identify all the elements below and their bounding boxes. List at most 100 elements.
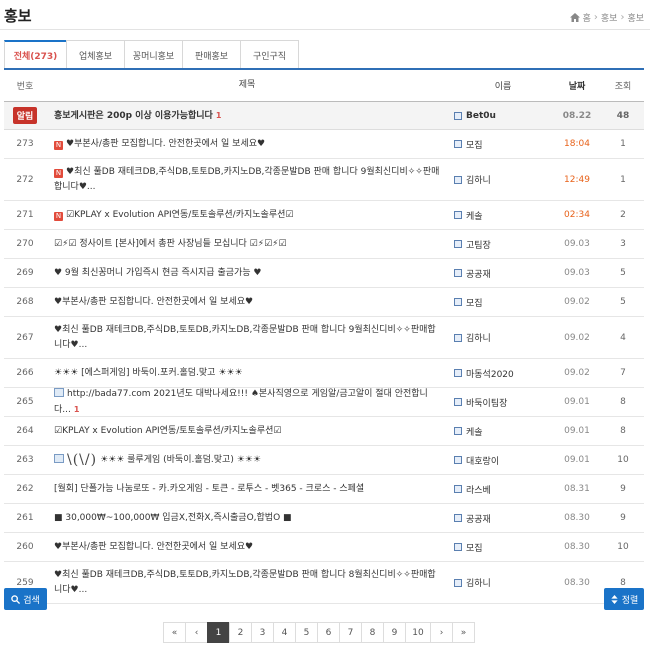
tab-company-promo[interactable]: 업체홍보: [66, 40, 125, 69]
cell-author: 모집: [450, 138, 552, 151]
comment-count[interactable]: 1: [216, 111, 222, 120]
table-row[interactable]: 260 ♥부본사/총판 모집합니다. 안전한곳에서 일 보세요♥ 모집 08.30 10: [4, 533, 644, 562]
post-date: 09.02: [564, 297, 590, 307]
cell-author: Bet0u: [450, 111, 552, 121]
cell-author: 김하니: [450, 331, 552, 344]
author-name[interactable]: 마동석2020: [466, 367, 514, 380]
page-last-button[interactable]: »: [452, 622, 475, 643]
table-row[interactable]: 262 [월회] 단폴가능 나눔로또 - 카.카오게임 - 토큰 - 로투스 - …: [4, 475, 644, 504]
user-level-icon: [454, 398, 462, 406]
page-3[interactable]: 3: [251, 622, 274, 643]
search-button[interactable]: 검색: [4, 588, 47, 610]
cell-title: ♥부본사/총판 모집합니다. 안전한곳에서 일 보세요♥: [46, 540, 450, 555]
post-title-link[interactable]: ☑⚡☑ 정사이트 [본사]에서 총판 사장님들 모십니다 ☑⚡☑⚡☑: [54, 239, 287, 249]
table-row[interactable]: 270 ☑⚡☑ 정사이트 [본사]에서 총판 사장님들 모십니다 ☑⚡☑⚡☑ 고팀장…: [4, 230, 644, 259]
post-title-link[interactable]: ☑KPLAY x Evolution API연동/토토솔루션/카지노솔루션☑: [54, 426, 281, 436]
table-row[interactable]: 271 N ☑KPLAY x Evolution API연동/토토솔루션/카지노솔루…: [4, 201, 644, 230]
post-title-link[interactable]: ♥ 9월 최신꽁머니 가입즉시 현금 즉시지급 출금가능 ♥: [54, 268, 262, 278]
breadcrumb-home[interactable]: 홈: [583, 11, 591, 24]
table-row[interactable]: 264 ☑KPLAY x Evolution API연동/토토솔루션/카지노솔루션…: [4, 417, 644, 446]
table-row[interactable]: 259 ♥최신 풀DB 재테크DB,주식DB,토토DB,카지노DB,각종문발DB …: [4, 562, 644, 604]
post-title-link[interactable]: ♥최신 풀DB 재테크DB,주식DB,토토DB,카지노DB,각종문발DB 판매 …: [54, 325, 436, 350]
page-first-button[interactable]: «: [163, 622, 186, 643]
page-8[interactable]: 8: [361, 622, 384, 643]
page-10[interactable]: 10: [405, 622, 431, 643]
cell-num: 259: [4, 578, 46, 588]
post-title-link[interactable]: 홍보게시판은 200p 이상 이용가능합니다: [54, 111, 213, 121]
chevron-right-icon: ›: [620, 12, 625, 23]
post-number: 272: [16, 174, 34, 185]
post-title-link[interactable]: [월회] 단폴가능 나눔로또 - 카.카오게임 - 토큰 - 로투스 - 벳36…: [54, 484, 364, 494]
tab-all[interactable]: 전체(273): [4, 40, 67, 69]
post-date: 09.02: [564, 368, 590, 378]
breadcrumb-board[interactable]: 홍보: [601, 11, 618, 24]
view-count: 8: [620, 577, 626, 588]
author-name[interactable]: 대호랑이: [466, 454, 499, 467]
page-7[interactable]: 7: [339, 622, 362, 643]
table-row[interactable]: 266 ☀☀☀ [에스퍼게임] 바둑이.포커.홀덤.맞고 ☀☀☀ 마동석2020 09…: [4, 359, 644, 388]
post-title-link[interactable]: ♥최신 풀DB 재테크DB,주식DB,토토DB,카지노DB,각종문발DB 판매 …: [54, 570, 436, 595]
post-title-link[interactable]: ☑KPLAY x Evolution API연동/토토솔루션/카지노솔루션☑: [66, 210, 293, 220]
cell-num: 263: [4, 455, 46, 465]
tab-free-money-promo[interactable]: 꽁머니홍보: [124, 40, 183, 69]
post-title-link[interactable]: ☀☀☀ 룰루게임 (바둑이.홀덤.맞고) ☀☀☀: [100, 455, 261, 465]
post-title-link[interactable]: ■ 30,000₩~100,000₩ 입금X,전화X,즉시출금O,합법O ■: [54, 513, 292, 523]
page-2[interactable]: 2: [229, 622, 252, 643]
page-5[interactable]: 5: [295, 622, 318, 643]
post-number: 264: [16, 426, 34, 436]
sort-button[interactable]: 정렬: [604, 588, 644, 610]
page-next-button[interactable]: ›: [430, 622, 453, 643]
cell-num: 268: [4, 297, 46, 307]
author-name[interactable]: 김하니: [466, 173, 491, 186]
page-1[interactable]: 1: [207, 622, 230, 643]
table-row[interactable]: 272 N ♥최신 풀DB 재테크DB,주식DB,토토DB,카지노DB,각종문발DB…: [4, 159, 644, 201]
author-name[interactable]: 고팀장: [466, 238, 491, 251]
author-name[interactable]: 모집: [466, 296, 483, 309]
post-title-link[interactable]: ♥부본사/총판 모집합니다. 안전한곳에서 일 보세요♥: [66, 139, 265, 149]
table-row[interactable]: 268 ♥부본사/총판 모집합니다. 안전한곳에서 일 보세요♥ 모집 09.02 5: [4, 288, 644, 317]
author-name[interactable]: 바둑이팀장: [466, 396, 507, 409]
author-name[interactable]: 라스베: [466, 483, 491, 496]
table-row[interactable]: 269 ♥ 9월 최신꽁머니 가입즉시 현금 즉시지급 출금가능 ♥ 공공재 09.0…: [4, 259, 644, 288]
header-date[interactable]: 날짜: [552, 79, 602, 92]
table-row[interactable]: 265 http://bada77.com 2021년도 대박나세요!!! ♠본사…: [4, 387, 644, 417]
page-4[interactable]: 4: [273, 622, 296, 643]
page-prev-button[interactable]: ‹: [185, 622, 208, 643]
author-name[interactable]: 케솔: [466, 209, 483, 222]
author-name[interactable]: 모집: [466, 541, 483, 554]
author-name[interactable]: 케솔: [466, 425, 483, 438]
cell-title: ♥부본사/총판 모집합니다. 안전한곳에서 일 보세요♥: [46, 295, 450, 310]
page-6[interactable]: 6: [317, 622, 340, 643]
author-name[interactable]: Bet0u: [466, 111, 496, 121]
post-title-link[interactable]: ♥부본사/총판 모집합니다. 안전한곳에서 일 보세요♥: [54, 542, 253, 552]
post-date: 09.03: [564, 239, 590, 249]
header-views[interactable]: 조회: [602, 79, 644, 92]
post-title-link[interactable]: http://bada77.com 2021년도 대박나세요!!! ♠본사직영으…: [54, 389, 428, 415]
table-row[interactable]: 261 ■ 30,000₩~100,000₩ 입금X,전화X,즉시출금O,합법O …: [4, 504, 644, 533]
author-name[interactable]: 김하니: [466, 576, 491, 589]
post-number: 260: [16, 542, 34, 552]
table-row[interactable]: 273 N ♥부본사/총판 모집합니다. 안전한곳에서 일 보세요♥ 모집 18:04 1: [4, 130, 644, 159]
image-attachment-icon: [54, 387, 64, 397]
author-name[interactable]: 공공재: [466, 512, 491, 525]
tab-sales-promo[interactable]: 판매홍보: [182, 40, 241, 69]
post-title-link[interactable]: ♥부본사/총판 모집합니다. 안전한곳에서 일 보세요♥: [54, 297, 253, 307]
comment-count[interactable]: 1: [74, 405, 80, 414]
table-row[interactable]: 267 ♥최신 풀DB 재테크DB,주식DB,토토DB,카지노DB,각종문발DB …: [4, 317, 644, 359]
post-date: 08.31: [564, 484, 590, 494]
table-row[interactable]: 263 \(\/) ☀☀☀ 룰루게임 (바둑이.홀덤.맞고) ☀☀☀ 대호랑이 09.0…: [4, 446, 644, 475]
cell-author: 모집: [450, 296, 552, 309]
user-level-icon: [454, 578, 462, 587]
tab-jobs[interactable]: 구인구직: [240, 40, 299, 69]
post-title-link[interactable]: ♥최신 풀DB 재테크DB,주식DB,토토DB,카지노DB,각종문발DB 판매 …: [54, 167, 439, 192]
notice-row[interactable]: 알림 홍보게시판은 200p 이상 이용가능합니다 1 Bet0u 08.22 48: [4, 102, 644, 130]
post-title-link[interactable]: ☀☀☀ [에스퍼게임] 바둑이.포커.홀덤.맞고 ☀☀☀: [54, 368, 243, 378]
cell-num: 260: [4, 542, 46, 552]
cell-num: 271: [4, 210, 46, 220]
author-name[interactable]: 김하니: [466, 331, 491, 344]
page-9[interactable]: 9: [383, 622, 406, 643]
home-icon: [569, 13, 580, 22]
post-title-decoration: \(\/): [67, 451, 98, 468]
author-name[interactable]: 공공재: [466, 267, 491, 280]
author-name[interactable]: 모집: [466, 138, 483, 151]
